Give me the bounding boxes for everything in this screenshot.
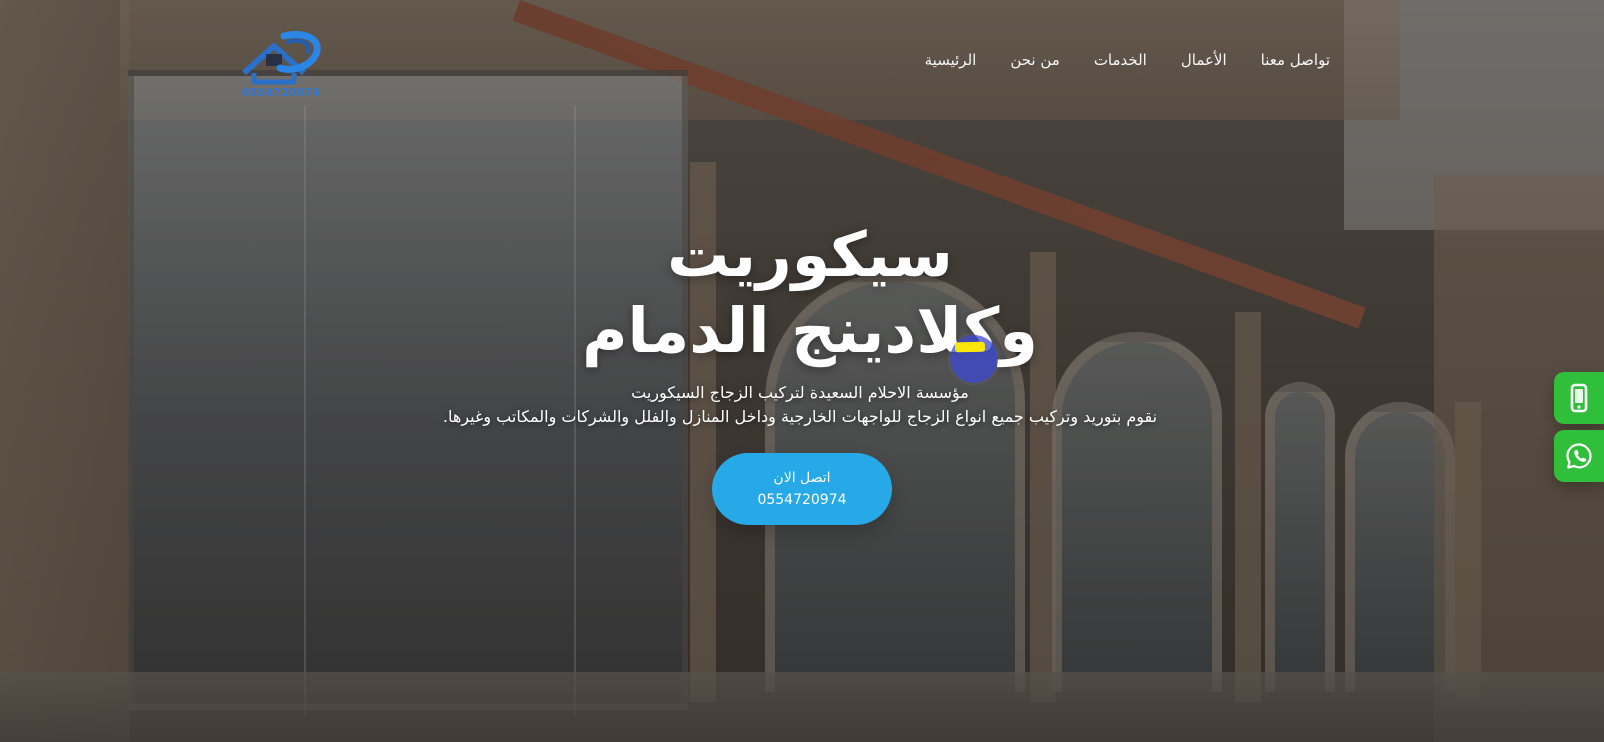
- house-logo-icon: [241, 31, 321, 85]
- hero-title: سيكوريت وكلادينج الدمام: [530, 217, 1090, 369]
- nav-services[interactable]: الخدمات: [1094, 46, 1147, 74]
- nav-home[interactable]: الرئيسية: [925, 46, 977, 74]
- page: 0554720974 الرئيسية من نحن الخدمات الأعم…: [0, 0, 1604, 742]
- logo-phone-number: 0554720974: [241, 86, 321, 99]
- floating-phone-button[interactable]: [1554, 372, 1604, 424]
- nav-contact[interactable]: تواصل معنا: [1261, 46, 1330, 74]
- nav-about[interactable]: من نحن: [1010, 46, 1060, 74]
- call-now-label: اتصل الان: [773, 470, 831, 486]
- yellow-highlight: [954, 341, 986, 353]
- nav-works[interactable]: الأعمال: [1181, 46, 1227, 74]
- hero-subtitle: مؤسسة الاحلام السعيدة لتركيب الزجاج السي…: [410, 381, 1190, 429]
- hero-title-line-2: وكلادينج الدمام: [582, 294, 1038, 367]
- site-logo[interactable]: 0554720974: [236, 28, 326, 106]
- hero-title-line-1: سيكوريت: [667, 218, 953, 291]
- call-now-number: 0554720974: [757, 492, 847, 508]
- call-now-button[interactable]: اتصل الان 0554720974: [712, 453, 892, 525]
- hero-subtitle-line-2: نقوم بتوريد وتركيب جميع انواع الزجاج للو…: [442, 407, 1158, 426]
- hero: سيكوريت وكلادينج الدمام مؤسسة الاحلام ال…: [0, 205, 1604, 565]
- hero-subtitle-line-1: مؤسسة الاحلام السعيدة لتركيب الزجاج السي…: [631, 383, 969, 402]
- phone-icon: [1570, 383, 1588, 413]
- floating-whatsapp-button[interactable]: [1554, 430, 1604, 482]
- whatsapp-icon: [1566, 443, 1592, 469]
- main-navigation: الرئيسية من نحن الخدمات الأعمال تواصل مع…: [925, 46, 1330, 74]
